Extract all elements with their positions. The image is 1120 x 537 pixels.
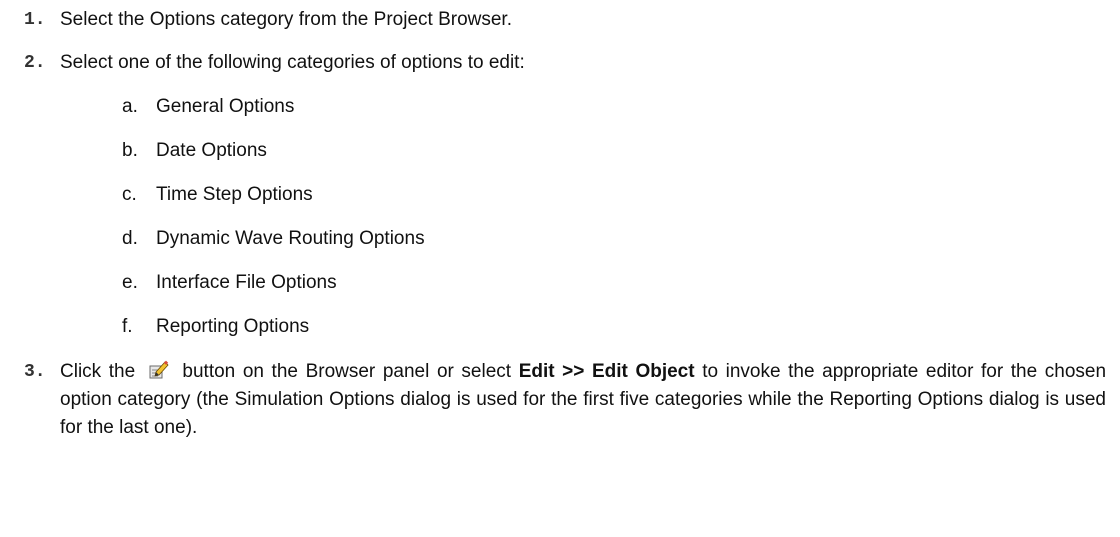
page: { "steps": [ {"num": "1.", "text": "Sele…: [0, 0, 1120, 537]
list-item-label: Time Step Options: [156, 184, 313, 205]
step-number: 3.: [24, 362, 46, 382]
list-item: c. Time Step Options: [122, 181, 313, 209]
step-text-middle: button on the Browser panel or select: [182, 361, 512, 382]
list-item-label: Interface File Options: [156, 272, 337, 293]
list-item: d. Dynamic Wave Routing Options: [122, 225, 425, 253]
list-item: a. General Options: [122, 93, 294, 121]
list-item-label: Date Options: [156, 140, 267, 161]
step-text: Click the button on the Browser panel or…: [60, 358, 1106, 442]
list-item-letter: b.: [122, 140, 138, 161]
list-item: e. Interface File Options: [122, 269, 337, 297]
list-item: f. Reporting Options: [122, 313, 309, 341]
step-text: Select one of the following categories o…: [60, 52, 525, 73]
step-text: Select the Options category from the Pro…: [60, 9, 512, 30]
step-text-start: Click the: [60, 361, 136, 382]
list-item-label: Reporting Options: [156, 316, 310, 337]
list-item-letter: d.: [122, 228, 138, 249]
list-item-letter: e.: [122, 272, 138, 293]
list-item-letter: c.: [122, 184, 137, 205]
list-item-letter: f.: [122, 316, 133, 337]
step-number: 2.: [24, 53, 46, 73]
list-item-letter: a.: [122, 96, 138, 117]
list-item-label: Dynamic Wave Routing Options: [156, 228, 425, 249]
step-number: 1.: [24, 10, 46, 30]
menu-path: Edit >> Edit Object: [518, 361, 695, 382]
list-item: b. Date Options: [122, 137, 267, 165]
list-item-label: General Options: [156, 96, 295, 117]
edit-object-icon[interactable]: [147, 360, 169, 380]
